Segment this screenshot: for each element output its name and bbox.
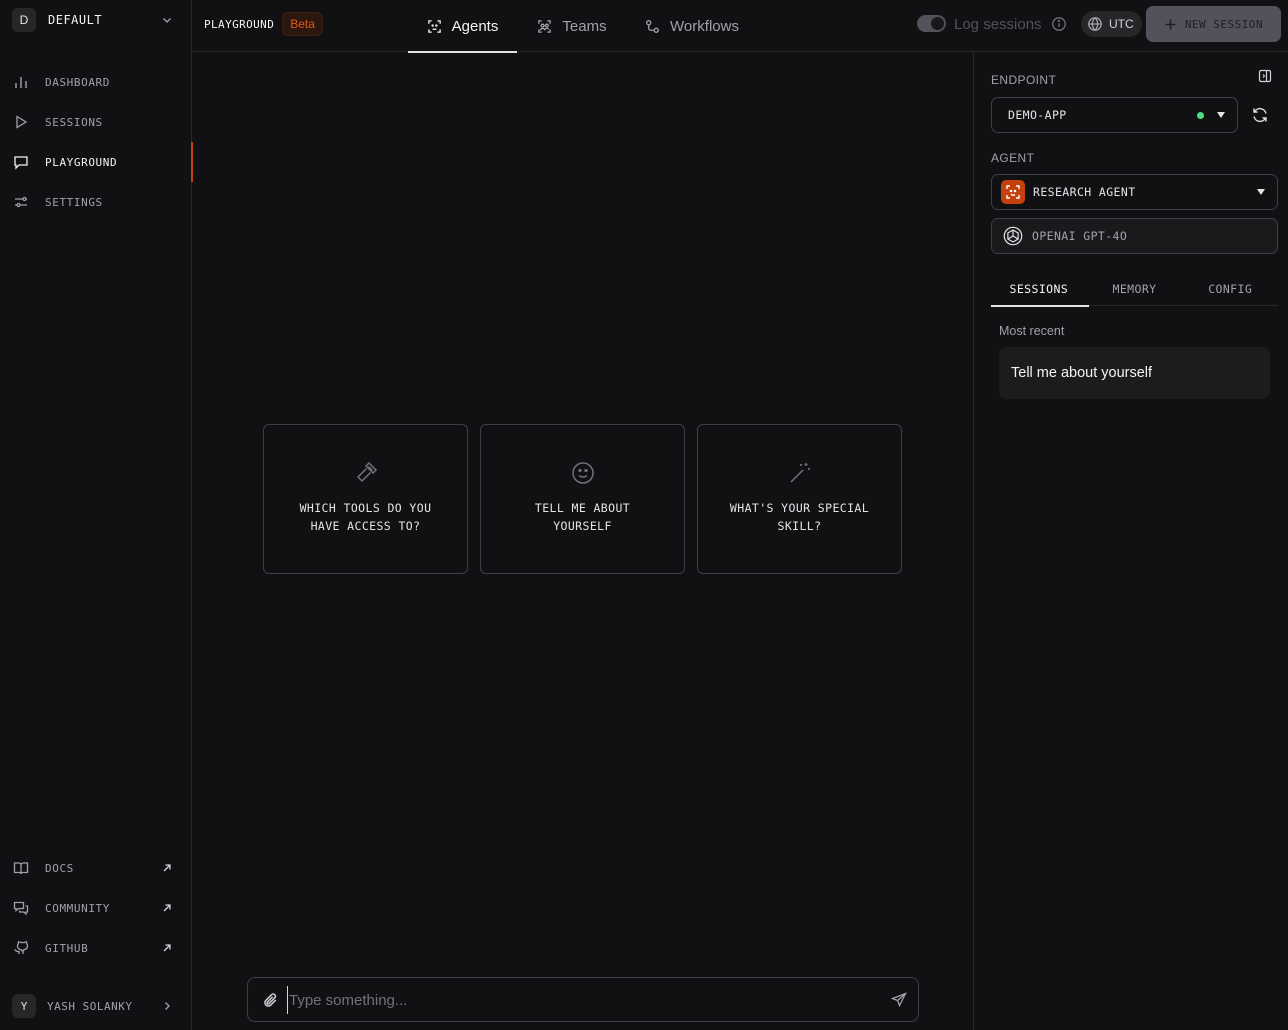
caret-down-icon — [1217, 112, 1225, 118]
suggestion-text: TELL ME ABOUT YOURSELF — [534, 501, 631, 533]
agents-icon — [427, 19, 441, 33]
sidebar-link-label: DOCS — [45, 861, 74, 875]
agent-value: RESEARCH AGENT — [1033, 185, 1136, 199]
workspace-name: DEFAULT — [48, 13, 103, 27]
session-item[interactable]: Tell me about yourself — [999, 347, 1270, 399]
session-title: Tell me about yourself — [1011, 365, 1153, 381]
openai-icon — [1003, 226, 1023, 246]
workflows-icon — [646, 19, 660, 33]
sidebar-item-label: DASHBOARD — [45, 75, 111, 89]
sidebar-link-community[interactable]: COMMUNITY — [0, 888, 192, 928]
tab-label: Teams — [562, 17, 607, 35]
caret-down-icon — [1257, 189, 1265, 195]
endpoint-value: DEMO-APP — [1008, 108, 1067, 122]
chat-input[interactable] — [287, 986, 877, 1014]
sidebar-link-docs[interactable]: DOCS — [0, 848, 192, 888]
model-value: OPENAI GPT-4O — [1032, 229, 1128, 243]
tab-workflows[interactable]: Workflows — [632, 0, 752, 52]
chat-area: WHICH TOOLS DO YOU HAVE ACCESS TO? TELL … — [192, 52, 973, 1030]
send-icon[interactable] — [891, 992, 907, 1008]
tab-sessions[interactable]: SESSIONS — [991, 271, 1089, 307]
globe-icon — [1088, 17, 1102, 31]
suggestion-card-about[interactable]: TELL ME ABOUT YOURSELF — [480, 424, 685, 574]
chevron-down-icon — [163, 18, 171, 23]
timezone-selector[interactable]: UTC — [1081, 11, 1142, 37]
sidebar-item-sessions[interactable]: SESSIONS — [0, 102, 192, 142]
recent-heading: Most recent — [999, 324, 1065, 338]
github-icon — [14, 941, 29, 954]
suggestion-card-tools[interactable]: WHICH TOOLS DO YOU HAVE ACCESS TO? — [263, 424, 468, 574]
toggle-knob — [931, 17, 944, 30]
top-bar: PLAYGROUND Beta Agents Teams Workflows L… — [192, 0, 1288, 53]
config-panel: ENDPOINT DEMO-APP AGENT RESEARCH AGENT O… — [973, 52, 1288, 1030]
tab-agents[interactable]: Agents — [408, 0, 517, 53]
suggestion-text: WHICH TOOLS DO YOU HAVE ACCESS TO? — [299, 501, 432, 533]
sidebar: D DEFAULT DASHBOARD SESSIONS PLAYGROUND … — [0, 0, 193, 1030]
sidebar-link-label: GITHUB — [45, 941, 89, 955]
suggestion-text: WHAT'S YOUR SPECIAL SKILL? — [729, 501, 870, 533]
endpoint-select[interactable]: DEMO-APP — [991, 97, 1238, 133]
paperclip-icon[interactable] — [262, 992, 279, 1009]
breadcrumb: PLAYGROUND Beta — [204, 12, 323, 36]
sidebar-item-settings[interactable]: SETTINGS — [0, 182, 192, 222]
hammer-icon — [356, 461, 377, 483]
chat-bubble-icon — [14, 156, 28, 170]
sliders-icon — [15, 196, 27, 208]
user-name: YASH SOLANKY — [47, 999, 133, 1013]
refresh-icon[interactable] — [1251, 106, 1269, 124]
log-sessions-toggle[interactable] — [917, 15, 946, 32]
workspace-switcher[interactable]: D DEFAULT — [12, 8, 180, 32]
chat-input-bar — [247, 977, 919, 1022]
log-sessions-label: Log sessions — [954, 16, 1042, 33]
endpoint-label: ENDPOINT — [991, 73, 1057, 87]
chevron-right-icon — [165, 1002, 170, 1010]
teams-icon — [538, 19, 552, 33]
avatar: Y — [12, 994, 36, 1018]
sidebar-item-dashboard[interactable]: DASHBOARD — [0, 62, 192, 102]
tab-config[interactable]: CONFIG — [1182, 271, 1278, 306]
tab-label: Agents — [451, 17, 499, 35]
beta-badge: Beta — [282, 12, 323, 36]
bar-chart-icon — [15, 77, 27, 88]
page-title: PLAYGROUND — [204, 17, 275, 31]
external-link-icon — [163, 944, 171, 952]
sidebar-item-label: SETTINGS — [45, 195, 103, 209]
smile-icon — [571, 462, 594, 484]
plus-icon — [1165, 19, 1176, 29]
agent-label: AGENT — [991, 151, 1035, 165]
suggestion-card-skill[interactable]: WHAT'S YOUR SPECIAL SKILL? — [697, 424, 902, 574]
agent-avatar — [1001, 180, 1025, 204]
status-dot — [1197, 111, 1204, 119]
new-session-button[interactable]: NEW SESSION — [1146, 6, 1281, 42]
panel-tabs: SESSIONS MEMORY CONFIG — [991, 271, 1278, 307]
info-icon[interactable] — [1051, 16, 1067, 32]
chat-bubbles-icon — [13, 901, 29, 916]
tab-label: Workflows — [670, 17, 739, 35]
tab-memory[interactable]: MEMORY — [1087, 271, 1183, 306]
sidebar-link-github[interactable]: GITHUB — [0, 928, 192, 968]
new-session-label: NEW SESSION — [1184, 17, 1264, 31]
magic-wand-icon — [789, 463, 810, 483]
agent-select[interactable]: RESEARCH AGENT — [991, 174, 1278, 210]
book-icon — [13, 862, 29, 875]
external-link-icon — [163, 904, 171, 912]
sidebar-item-label: PLAYGROUND — [45, 155, 118, 169]
user-menu[interactable]: Y YASH SOLANKY — [12, 992, 180, 1020]
sidebar-item-playground[interactable]: PLAYGROUND — [0, 142, 193, 182]
sidebar-item-label: SESSIONS — [45, 115, 103, 129]
play-icon — [16, 115, 28, 129]
workspace-avatar: D — [12, 8, 36, 32]
model-display: OPENAI GPT-4O — [991, 218, 1278, 254]
agents-icon — [1006, 185, 1020, 199]
external-link-icon — [163, 864, 171, 872]
sidebar-link-label: COMMUNITY — [45, 901, 111, 915]
panel-collapse-icon[interactable] — [1258, 69, 1272, 83]
timezone-label: UTC — [1109, 17, 1134, 31]
tab-teams[interactable]: Teams — [528, 0, 616, 52]
